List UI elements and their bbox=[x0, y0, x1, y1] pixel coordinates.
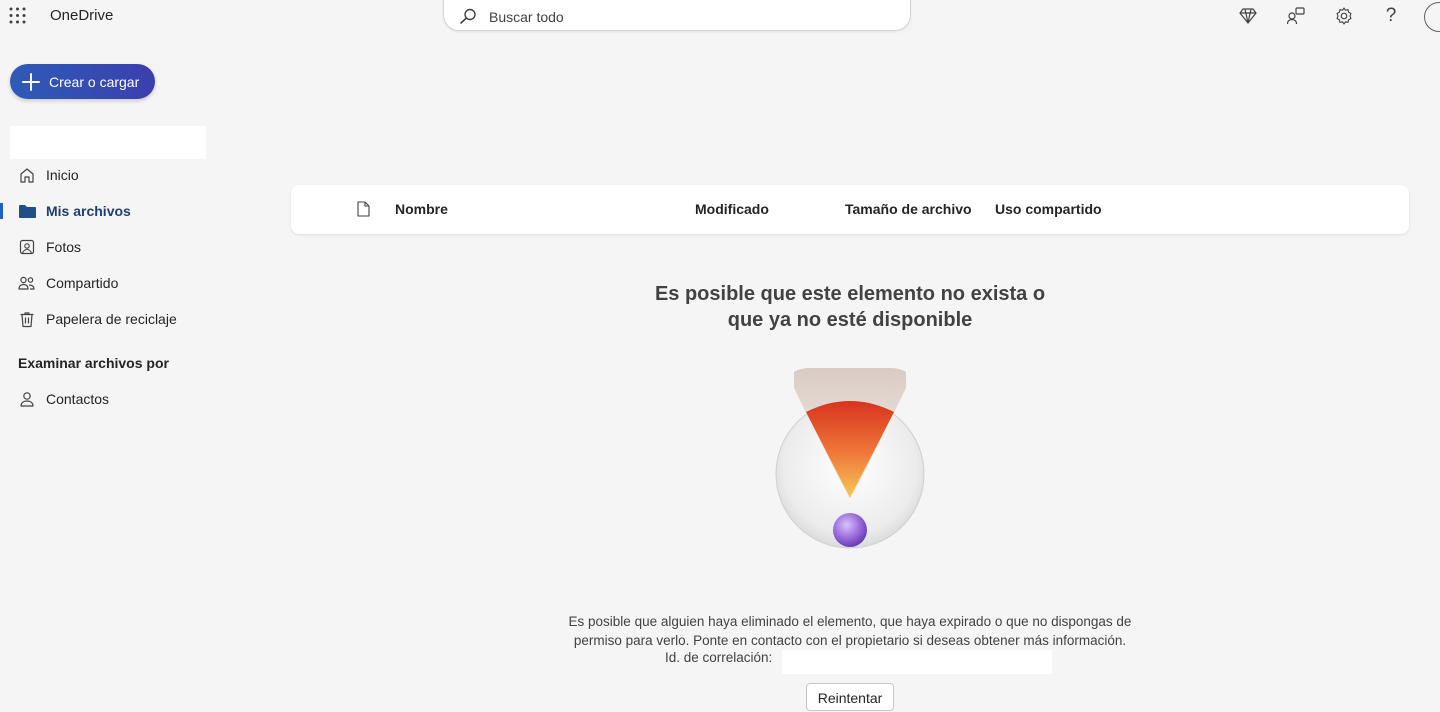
sidebar-item-label: Papelera de reciclaje bbox=[46, 311, 177, 327]
retry-button[interactable]: Reintentar bbox=[806, 683, 894, 711]
warning-illustration bbox=[775, 368, 925, 549]
top-bar: OneDrive ? bbox=[0, 0, 1440, 34]
premium-diamond-icon[interactable] bbox=[1238, 6, 1258, 26]
sidebar-item-compartido[interactable]: Compartido bbox=[18, 271, 208, 295]
sidebar-account-area bbox=[10, 126, 206, 159]
empty-state-description-line: Es posible que alguien haya eliminado el… bbox=[568, 614, 1132, 629]
file-type-icon[interactable] bbox=[357, 201, 370, 222]
folder-icon bbox=[18, 202, 36, 220]
sidebar-item-mis-archivos[interactable]: Mis archivos bbox=[18, 199, 208, 223]
sidebar-item-label: Mis archivos bbox=[46, 203, 131, 219]
browse-heading: Examinar archivos por bbox=[18, 355, 169, 371]
empty-state-description: Es posible que alguien haya eliminado el… bbox=[500, 612, 1200, 650]
search-box[interactable] bbox=[443, 0, 911, 31]
avatar[interactable] bbox=[1424, 2, 1440, 32]
trash-icon bbox=[18, 310, 36, 328]
sidebar-item-label: Compartido bbox=[46, 275, 119, 291]
home-icon bbox=[18, 166, 36, 184]
correlation-id-value bbox=[782, 650, 1052, 674]
app-launcher-icon[interactable] bbox=[9, 7, 26, 24]
empty-state-title: Es posible que este elemento no exista o… bbox=[620, 281, 1080, 333]
app-title[interactable]: OneDrive bbox=[50, 7, 113, 24]
active-indicator bbox=[0, 203, 3, 219]
search-icon bbox=[460, 8, 476, 24]
sidebar-item-inicio[interactable]: Inicio bbox=[18, 163, 208, 187]
sidebar-item-label: Fotos bbox=[46, 239, 82, 255]
create-upload-button[interactable]: Crear o cargar bbox=[10, 64, 155, 99]
sidebar-item-fotos[interactable]: Fotos bbox=[18, 235, 208, 259]
help-icon[interactable]: ? bbox=[1381, 5, 1401, 26]
gear-icon[interactable] bbox=[1334, 6, 1354, 26]
people-icon bbox=[18, 274, 36, 292]
column-header-name[interactable]: Nombre bbox=[395, 201, 448, 217]
sidebar-item-papelera[interactable]: Papelera de reciclaje bbox=[18, 307, 208, 331]
sidebar-item-contactos[interactable]: Contactos bbox=[18, 387, 208, 411]
sidebar-item-label: Contactos bbox=[46, 391, 110, 407]
plus-icon bbox=[22, 72, 40, 91]
correlation-id-label: Id. de correlación: bbox=[665, 650, 773, 665]
column-header-sharing[interactable]: Uso compartido bbox=[995, 201, 1102, 217]
empty-state-title-line: Es posible que este elemento no exista o bbox=[654, 283, 1046, 305]
create-upload-label: Crear o cargar bbox=[49, 73, 140, 90]
column-header-modified[interactable]: Modificado bbox=[695, 201, 769, 217]
search-input[interactable] bbox=[487, 6, 891, 28]
file-list-header: Nombre Modificado Tamaño de archivo Uso … bbox=[291, 185, 1409, 234]
column-header-file-size[interactable]: Tamaño de archivo bbox=[845, 201, 972, 217]
empty-state-description-line: permiso para verlo. Ponte en contacto co… bbox=[573, 633, 1127, 648]
share-people-icon[interactable] bbox=[1286, 6, 1306, 26]
person-icon bbox=[18, 390, 36, 408]
photo-icon bbox=[18, 238, 36, 256]
empty-state-title-line: que ya no esté disponible bbox=[727, 309, 973, 331]
sidebar-item-label: Inicio bbox=[46, 167, 79, 183]
